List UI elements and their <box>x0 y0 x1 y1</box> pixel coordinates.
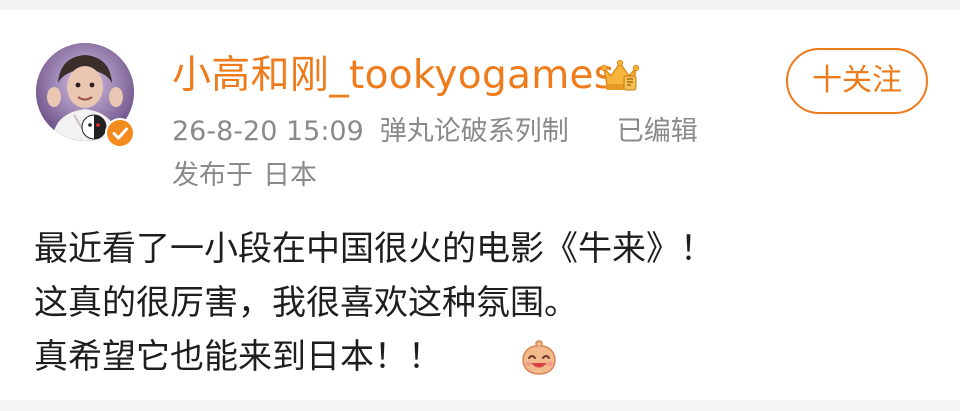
verified-check-icon <box>105 118 135 148</box>
follow-button[interactable]: 十关注 <box>786 48 928 114</box>
post-content-line: 最近看了一小段在中国很火的电影《牛来》！ <box>34 229 714 269</box>
post-content-line: 真希望它也能来到日本！！ <box>34 337 442 377</box>
post-content: 最近看了一小段在中国很火的电影《牛来》！ 这真的很厉害，我很喜欢这种氛围。 真希… <box>34 222 914 384</box>
author-username[interactable]: 小高和刚_tookyogames <box>172 50 614 102</box>
top-separator <box>0 0 960 10</box>
post-meta: 26-8-20 15:09 弹丸论破系列制 已编辑 <box>172 112 698 152</box>
post-source[interactable]: 弹丸论破系列制 <box>380 112 569 152</box>
edited-label[interactable]: 已编辑 <box>617 112 698 152</box>
location-prefix: 发布于 <box>172 160 253 191</box>
post-timestamp[interactable]: 26-8-20 15:09 <box>172 112 364 152</box>
crown-level-icon[interactable] <box>600 58 640 94</box>
post-location: 发布于 日本 <box>172 156 317 196</box>
laughing-emoji-icon <box>520 338 558 376</box>
bottom-separator <box>0 400 960 411</box>
post-content-line: 这真的很厉害，我很喜欢这种氛围。 <box>34 283 578 323</box>
location-place: 日本 <box>263 160 317 191</box>
